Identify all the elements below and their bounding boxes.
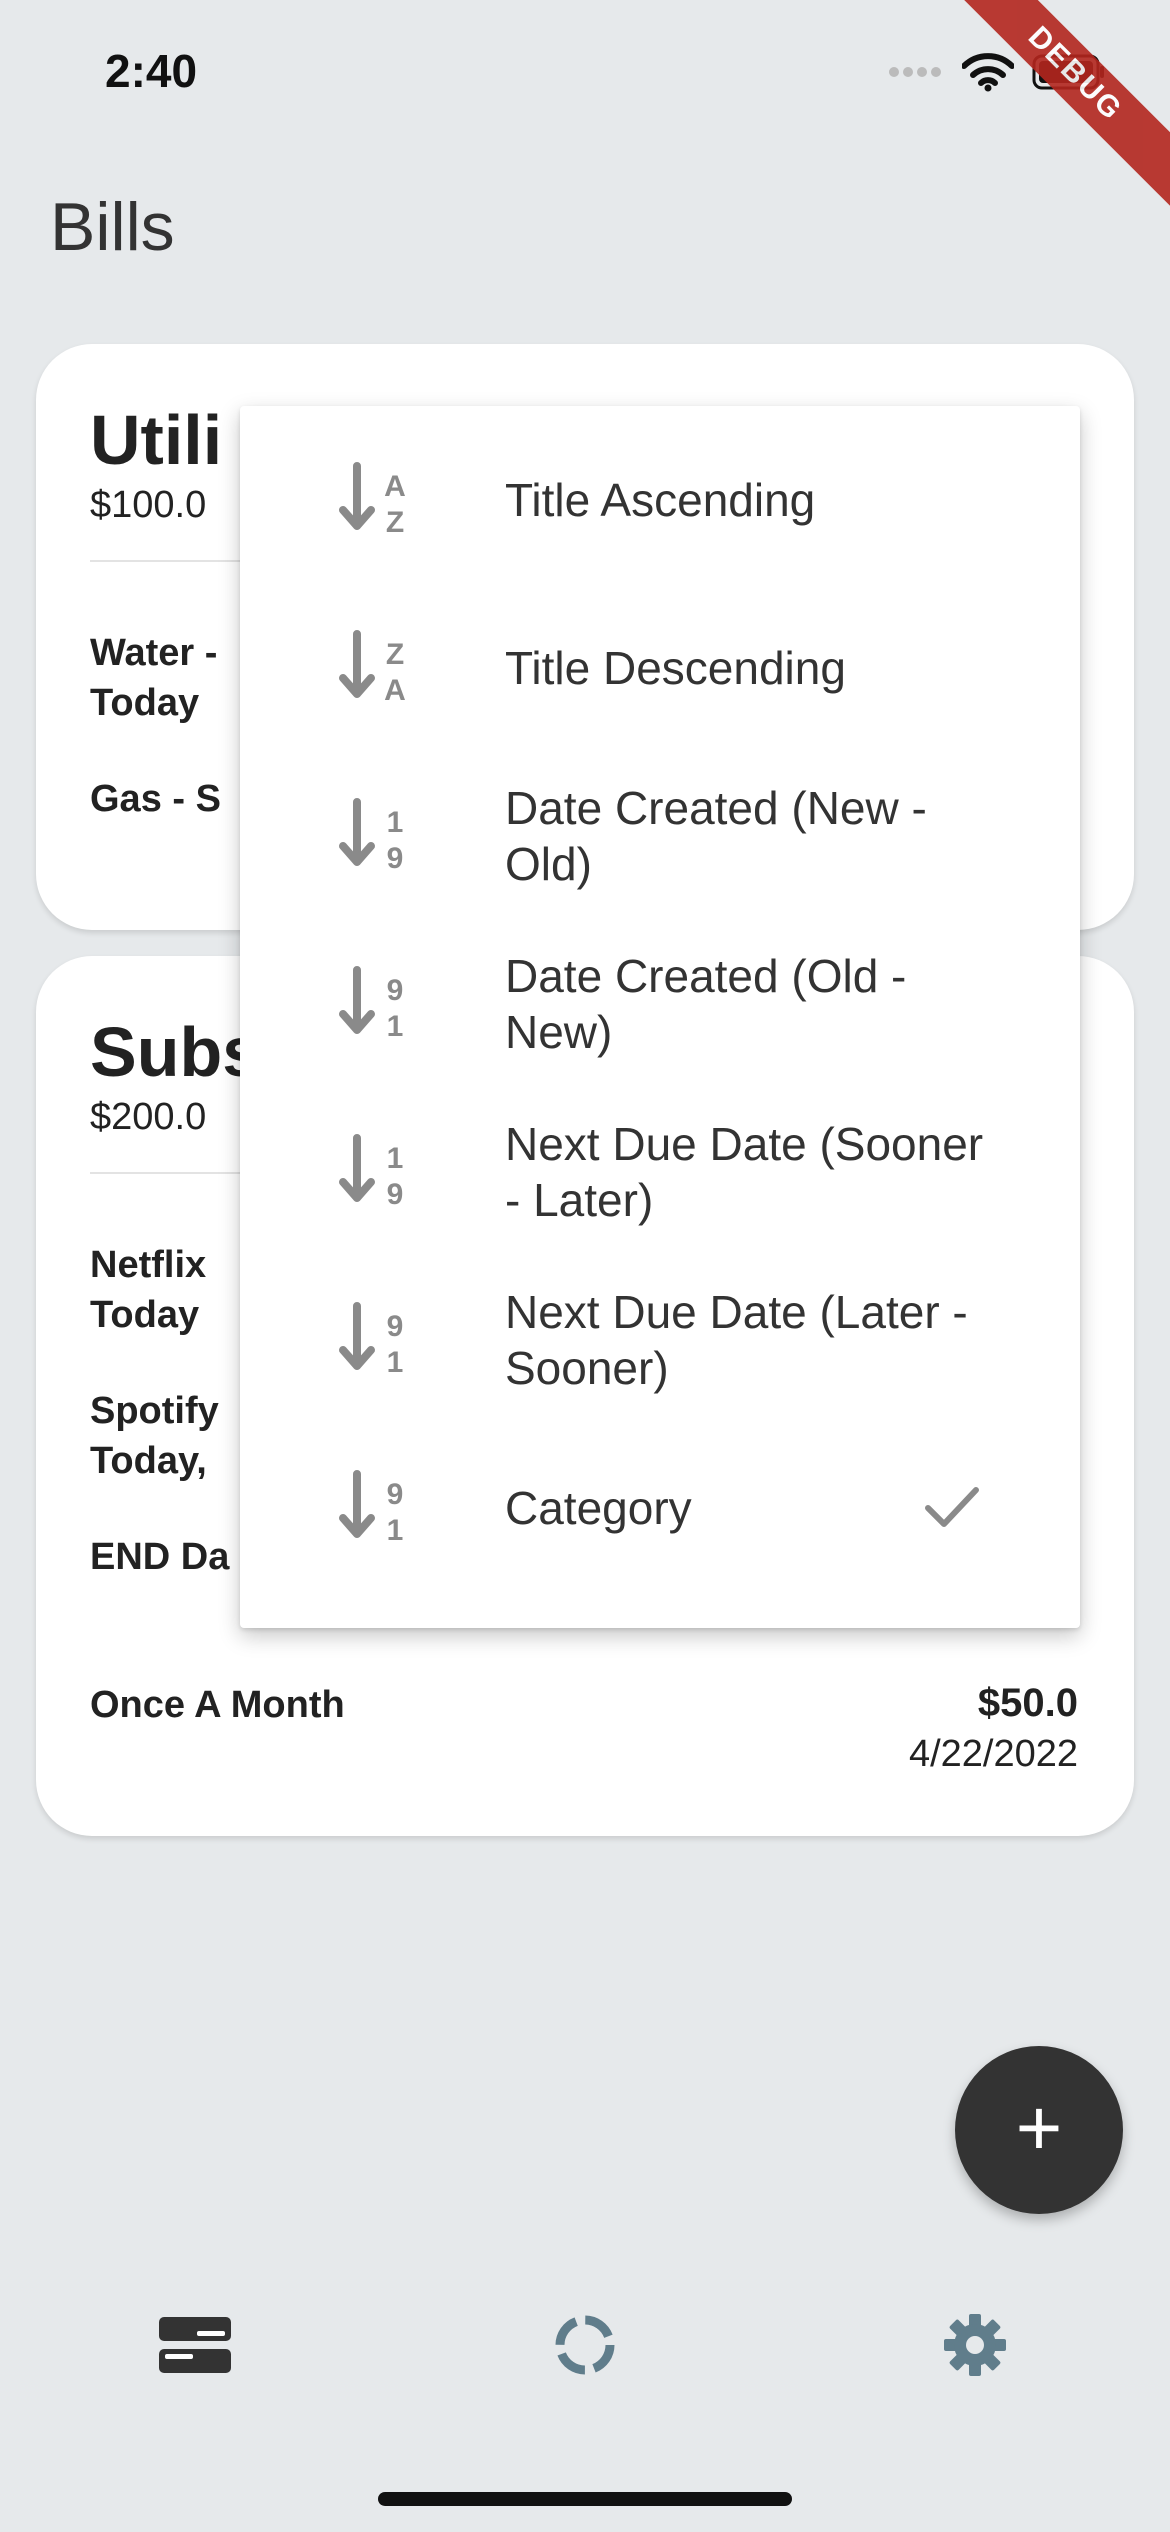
sort-numeric-desc-icon: 9 1 xyxy=(339,1470,404,1547)
bill-name: Spotify xyxy=(90,1390,219,1432)
bill-row[interactable]: Gas - S xyxy=(90,774,221,824)
sort-numeric-desc-icon: 9 1 xyxy=(339,966,404,1043)
bill-name: Netflix xyxy=(90,1244,207,1286)
nav-bills-tab[interactable] xyxy=(150,2300,240,2390)
sort-glyph-bottom: A xyxy=(384,674,406,707)
bill-row[interactable]: Water - Today xyxy=(90,628,217,728)
sort-glyph-top: 1 xyxy=(387,806,404,839)
debug-banner: DEBUG xyxy=(939,0,1170,210)
wifi-icon xyxy=(962,53,1014,92)
bill-due: Today xyxy=(90,682,200,724)
settings-gear-icon xyxy=(944,2314,1006,2376)
sort-numeric-asc-icon: 1 9 xyxy=(339,798,404,875)
sort-glyph-bottom: 1 xyxy=(387,1010,404,1043)
bill-name: END Da xyxy=(90,1536,230,1578)
menu-item-label: Date Created (New - Old) xyxy=(505,782,927,890)
card-total: $200.0 xyxy=(90,1096,207,1138)
sort-glyph-bottom: 9 xyxy=(387,1178,404,1211)
sort-option-date-created-old-new[interactable]: 9 1 Date Created (Old - New) xyxy=(240,920,1080,1088)
sort-glyph-bottom: 1 xyxy=(387,1514,404,1547)
bill-amount: $50.0 xyxy=(977,1681,1078,1725)
page-title: Bills xyxy=(50,189,175,265)
bill-date: 4/22/2022 xyxy=(908,1733,1078,1775)
sort-option-next-due-sooner-later[interactable]: 1 9 Next Due Date (Sooner - Later) xyxy=(240,1088,1080,1256)
menu-item-label: Title Ascending xyxy=(505,474,816,526)
nav-settings-tab[interactable] xyxy=(930,2300,1020,2390)
bill-row[interactable]: END Da xyxy=(90,1532,229,1582)
menu-item-label: Next Due Date (Later - Sooner) xyxy=(505,1286,968,1394)
bill-name: Gas - S xyxy=(90,778,221,820)
home-indicator xyxy=(378,2492,792,2506)
bill-row[interactable]: Spotify Today, xyxy=(90,1386,219,1486)
card-total: $100.0 xyxy=(90,484,207,526)
sort-glyph-bottom: 1 xyxy=(387,1346,404,1379)
menu-item-label: Next Due Date (Sooner - Later) xyxy=(505,1118,984,1226)
sort-glyph-top: Z xyxy=(386,638,404,671)
sort-numeric-asc-icon: 1 9 xyxy=(339,1134,404,1211)
bill-row[interactable]: Netflix Today xyxy=(90,1240,206,1340)
bill-row-amount-group: $50.0 4/22/2022 xyxy=(909,1678,1078,1780)
sort-glyph-top: 9 xyxy=(387,974,404,1007)
sort-glyph-bottom: 9 xyxy=(387,842,404,875)
cellular-signal-icon xyxy=(889,67,941,77)
sort-option-category[interactable]: 9 1 Category xyxy=(240,1424,1080,1592)
menu-item-label: Title Descending xyxy=(505,642,846,694)
checkmark-icon xyxy=(925,1487,979,1527)
sort-option-title-ascending[interactable]: A Z Title Ascending xyxy=(240,416,1080,584)
sort-option-title-descending[interactable]: Z A Title Descending xyxy=(240,584,1080,752)
sort-glyph-top: A xyxy=(384,470,406,503)
sort-alpha-desc-icon: Z A xyxy=(339,630,406,707)
sort-option-next-due-later-sooner[interactable]: 9 1 Next Due Date (Later - Sooner) xyxy=(240,1256,1080,1424)
sort-numeric-desc-icon: 9 1 xyxy=(339,1302,404,1379)
add-bill-button[interactable]: + xyxy=(955,2046,1123,2214)
bill-due: Today xyxy=(90,1294,200,1336)
sort-menu: A Z Title Ascending Z A Title Descending… xyxy=(240,406,1080,1628)
status-time: 2:40 xyxy=(105,45,198,97)
bill-due: Today, xyxy=(90,1440,207,1482)
loading-ring-icon xyxy=(555,2315,615,2375)
bill-row-name[interactable]: Once A Month xyxy=(90,1680,345,1730)
sort-glyph-top: 9 xyxy=(387,1478,404,1511)
sort-glyph-top: 1 xyxy=(387,1142,404,1175)
sort-option-date-created-new-old[interactable]: 1 9 Date Created (New - Old) xyxy=(240,752,1080,920)
card-title: Subs xyxy=(90,1013,262,1091)
bill-name: Water - xyxy=(90,632,218,674)
nav-stats-tab[interactable] xyxy=(540,2300,630,2390)
sort-glyph-top: 9 xyxy=(387,1310,404,1343)
bills-list-icon xyxy=(159,2317,231,2373)
sort-glyph-bottom: Z xyxy=(386,506,404,539)
sort-alpha-asc-icon: A Z xyxy=(339,462,406,539)
card-title: Utili xyxy=(90,401,223,479)
menu-item-label: Date Created (Old - New) xyxy=(505,950,907,1058)
